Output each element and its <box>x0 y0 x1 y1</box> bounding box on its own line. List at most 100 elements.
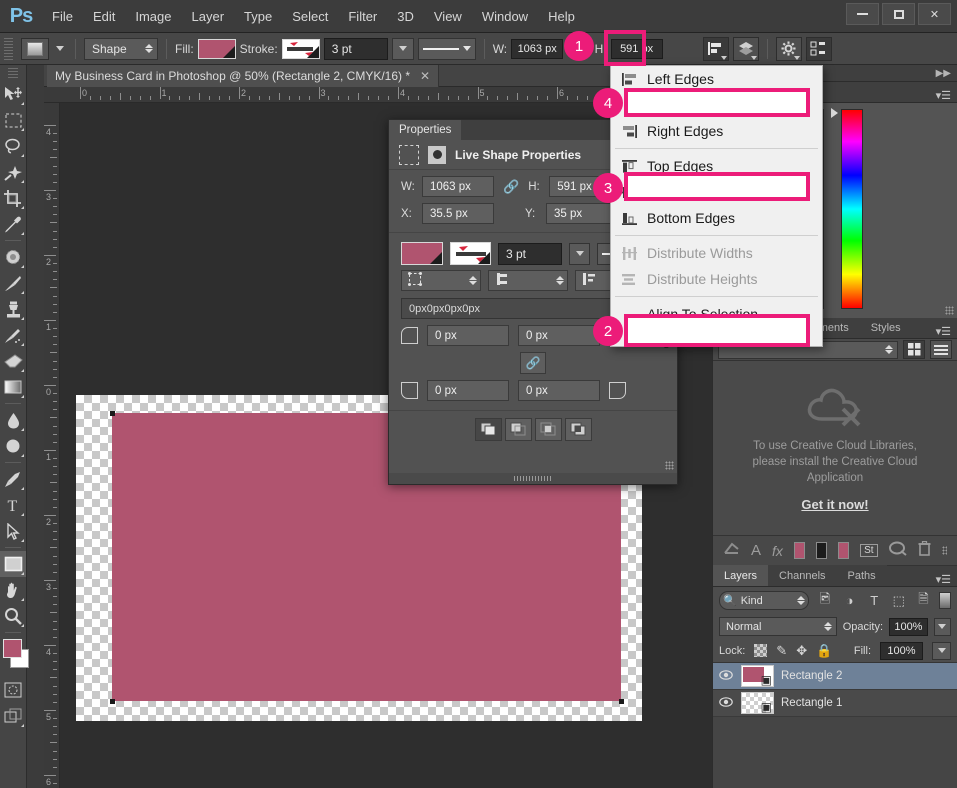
trash-icon[interactable] <box>918 541 931 561</box>
menu-item-right-edges[interactable]: Right Edges <box>611 118 822 144</box>
lasso-tool[interactable] <box>0 133 26 159</box>
shape-stroke-width-input[interactable]: 3 pt <box>498 243 562 265</box>
move-tool[interactable] <box>0 81 26 107</box>
stroke-align-select[interactable] <box>401 270 481 291</box>
tab-properties[interactable]: Properties <box>389 120 461 140</box>
menu-window[interactable]: Window <box>472 0 538 33</box>
screen-mode-icon[interactable] <box>0 703 26 729</box>
eraser-tool[interactable] <box>0 348 26 374</box>
shape-anchor-bl[interactable] <box>110 699 115 704</box>
grid-view-icon[interactable] <box>903 340 925 359</box>
smart-object-filter-icon[interactable]: 🗎 <box>915 590 933 612</box>
menu-3d[interactable]: 3D <box>387 0 424 33</box>
panel-menu-icon[interactable]: ▾☰ <box>936 325 951 338</box>
foreground-background-colors[interactable] <box>0 637 26 677</box>
menu-type[interactable]: Type <box>234 0 282 33</box>
panel-menu-icon[interactable]: ▾☰ <box>936 573 951 586</box>
quick-mask-icon[interactable] <box>0 677 26 703</box>
shape-mode-select[interactable]: Shape <box>84 38 158 60</box>
menu-edit[interactable]: Edit <box>83 0 125 33</box>
brush-tool[interactable] <box>0 270 26 296</box>
menu-item-left-edges[interactable]: Left Edges <box>611 66 822 92</box>
layer-style-icon[interactable]: A <box>751 542 761 559</box>
menu-file[interactable]: File <box>42 0 83 33</box>
zoom-tool[interactable] <box>0 603 26 629</box>
menu-item-align-to-selection[interactable]: Align To Selection <box>611 301 822 327</box>
minimize-button[interactable] <box>846 3 879 25</box>
menu-image[interactable]: Image <box>125 0 181 33</box>
layer-filter-kind-select[interactable]: 🔍 Kind <box>719 591 809 610</box>
rectangle-tool[interactable] <box>0 551 26 577</box>
pixel-layer-filter-icon[interactable]: 🖻 <box>816 590 834 612</box>
subtract-front-shape-icon[interactable] <box>505 418 532 441</box>
menu-filter[interactable]: Filter <box>338 0 387 33</box>
height-input[interactable]: 591 px <box>611 39 663 59</box>
width-input[interactable]: 1063 px <box>511 39 563 59</box>
stroke-width-input[interactable]: 3 pt <box>324 38 388 60</box>
tab-channels[interactable]: Channels <box>768 565 836 586</box>
shape-layer-filter-icon[interactable]: ⬚ <box>890 593 908 609</box>
type-tool[interactable]: T <box>0 492 26 518</box>
link-layers-icon[interactable] <box>723 541 740 561</box>
corner-bottom-left-input[interactable]: 0 px <box>427 380 509 401</box>
fill-chevron-down-icon[interactable] <box>932 642 951 660</box>
shape-x-input[interactable]: 35.5 px <box>422 203 494 224</box>
panel-resize-handle[interactable] <box>945 306 954 315</box>
stroke-cap-select[interactable] <box>488 270 568 291</box>
shape-anchor-tl[interactable] <box>110 411 115 416</box>
align-options-button[interactable] <box>703 37 729 61</box>
list-view-icon[interactable] <box>930 340 952 359</box>
panel-footer-grip[interactable] <box>389 473 677 484</box>
menu-item-align-to-canvas[interactable]: Align To Canvas <box>611 327 822 353</box>
stroke-swatch-button[interactable] <box>282 39 320 59</box>
menu-item-top-edges[interactable]: Top Edges <box>611 153 822 179</box>
clone-stamp-tool[interactable] <box>0 296 26 322</box>
hand-tool[interactable] <box>0 577 26 603</box>
close-button[interactable]: ✕ <box>918 3 951 25</box>
document-tab[interactable]: My Business Card in Photoshop @ 50% (Rec… <box>47 65 439 87</box>
tools-panel-grip[interactable] <box>8 68 18 78</box>
spot-healing-brush-tool[interactable] <box>0 244 26 270</box>
lock-position-icon[interactable]: ✥ <box>796 643 807 659</box>
marquee-tool[interactable] <box>0 107 26 133</box>
style-badge-icon[interactable]: St <box>860 544 877 557</box>
magic-wand-tool[interactable] <box>0 159 26 185</box>
menu-item-horizontal-centers[interactable]: Horizontal Centers <box>611 92 822 118</box>
foreground-color-swatch[interactable] <box>3 639 22 658</box>
blend-mode-select[interactable]: Normal <box>719 617 837 636</box>
corner-top-right-input[interactable]: 0 px <box>518 325 600 346</box>
opacity-input[interactable]: 100% <box>889 618 928 636</box>
align-dropdown-menu[interactable]: Left EdgesHorizontal CentersRight Edges T… <box>610 65 823 347</box>
path-selection-tool[interactable] <box>0 518 26 544</box>
filter-toggle-icon[interactable] <box>939 592 951 609</box>
tool-preset-picker[interactable] <box>21 38 49 60</box>
arrange-shapes-button[interactable] <box>733 37 759 61</box>
intersect-shape-areas-icon[interactable] <box>535 418 562 441</box>
exclude-overlapping-shapes-icon[interactable] <box>565 418 592 441</box>
dodge-tool[interactable] <box>0 433 26 459</box>
history-brush-tool[interactable] <box>0 322 26 348</box>
eyedropper-tool[interactable] <box>0 211 26 237</box>
crop-tool[interactable] <box>0 185 26 211</box>
hue-slider[interactable] <box>841 109 863 309</box>
pen-tool[interactable] <box>0 466 26 492</box>
type-layer-filter-icon[interactable]: T <box>865 593 883 608</box>
add-layer-mask-icon[interactable] <box>794 542 805 559</box>
lock-image-pixels-icon[interactable]: ✎ <box>776 643 787 659</box>
gradient-tool[interactable] <box>0 374 26 400</box>
shape-anchor-br[interactable] <box>619 699 624 704</box>
panel-menu-icon[interactable]: ▾☰ <box>936 89 951 102</box>
shape-width-input[interactable]: 1063 px <box>422 176 494 197</box>
menu-item-vertical-centers[interactable]: Vertical Centers <box>611 179 822 205</box>
get-it-now-link[interactable]: Get it now! <box>801 497 868 512</box>
options-bar-grip[interactable] <box>4 38 13 60</box>
new-group-icon[interactable] <box>838 542 849 559</box>
menu-view[interactable]: View <box>424 0 472 33</box>
menu-help[interactable]: Help <box>538 0 585 33</box>
table-row[interactable]: ▣Rectangle 2 <box>713 663 957 690</box>
shape-y-input[interactable]: 35 px <box>546 203 618 224</box>
tool-preset-chevron-down-icon[interactable] <box>53 38 67 60</box>
layer-visibility-icon[interactable] <box>718 697 734 710</box>
adjustment-layer-filter-icon[interactable]: ◑ <box>841 593 859 608</box>
stroke-style-picker[interactable] <box>418 38 476 60</box>
